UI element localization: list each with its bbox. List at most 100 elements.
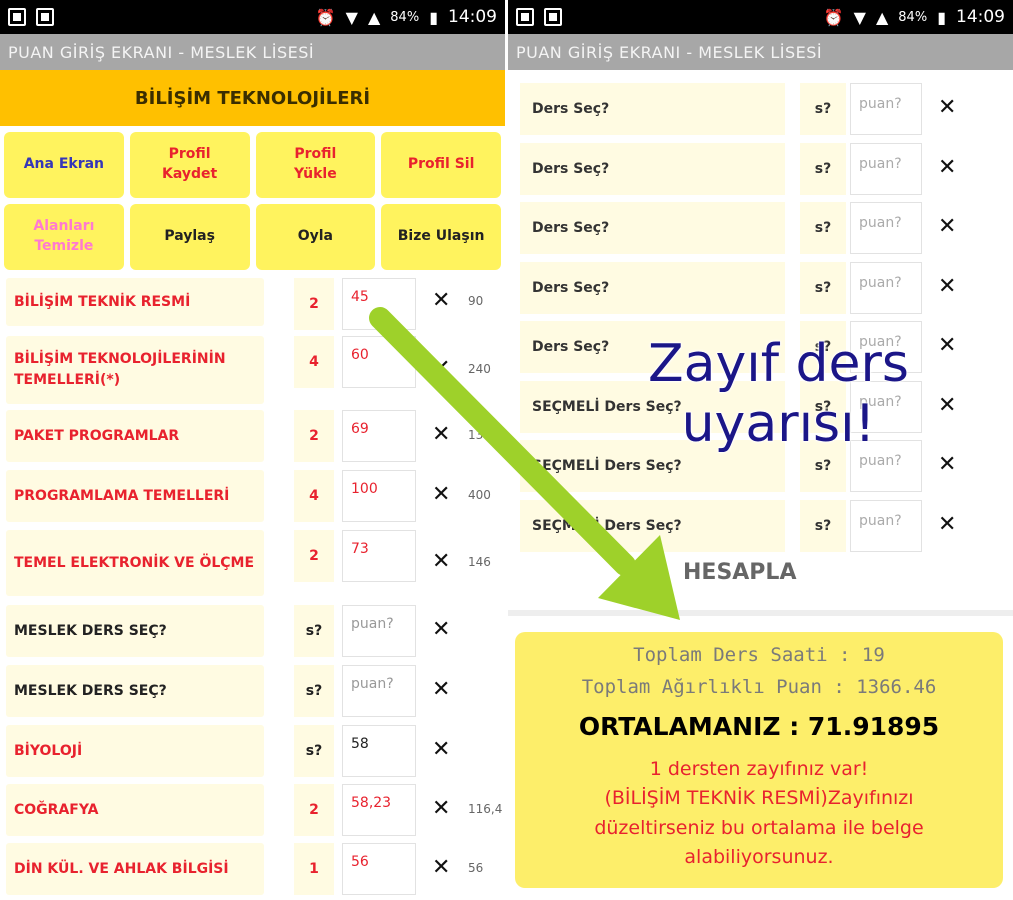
course-select[interactable]: SEÇMELİ Ders Seç? <box>520 499 785 552</box>
course-hours[interactable]: s? <box>800 83 846 135</box>
course-row: DİN KÜL. VE AHLAK BİLGİSİ 1 56 ✕ 56 <box>0 843 505 895</box>
course-hours[interactable]: s? <box>800 142 846 195</box>
course-name[interactable]: MESLEK DERS SEÇ? <box>6 605 264 657</box>
clock: 14:09 <box>956 7 1005 27</box>
clear-row-icon[interactable]: ✕ <box>432 737 450 762</box>
course-name[interactable]: BİLİŞİM TEKNİK RESMİ <box>6 278 264 326</box>
course-name[interactable]: DİN KÜL. VE AHLAK BİLGİSİ <box>6 843 264 895</box>
annotation-line2: uyarısı! <box>681 393 876 454</box>
signal-icon: ▲ <box>367 7 381 27</box>
app-title-bar-right: PUAN GİRİŞ EKRANI - MESLEK LİSESİ <box>508 34 1013 70</box>
course-score-input[interactable]: puan? <box>342 665 416 717</box>
course-hours[interactable]: s? <box>800 261 846 314</box>
menu-button[interactable]: Bize Ulaşın <box>381 204 501 270</box>
course-hours[interactable]: s? <box>294 605 334 657</box>
clear-row-icon[interactable]: ✕ <box>432 422 450 447</box>
course-score-input[interactable]: puan? <box>342 605 416 657</box>
gallery-notification-icon <box>516 8 534 26</box>
course-select[interactable]: Ders Seç? <box>520 83 785 135</box>
course-row: BİYOLOJİ s? 58 ✕ <box>0 725 505 777</box>
clear-row-icon[interactable]: ✕ <box>432 796 450 821</box>
course-score-input[interactable]: puan? <box>850 499 922 552</box>
menu-button[interactable]: Ana Ekran <box>4 132 124 198</box>
clear-row-icon[interactable]: ✕ <box>938 512 956 537</box>
clear-row-icon[interactable]: ✕ <box>432 549 450 574</box>
clear-row-icon[interactable]: ✕ <box>938 393 956 418</box>
course-hours[interactable]: 4 <box>294 336 334 388</box>
course-score-input[interactable]: 60 <box>342 336 416 388</box>
course-hours[interactable]: 2 <box>294 784 334 836</box>
course-select[interactable]: Ders Seç? <box>520 261 785 314</box>
course-score-input[interactable]: puan? <box>850 142 922 195</box>
weighted-score: 240 <box>468 362 491 376</box>
menu-button[interactable]: Alanları Temizle <box>4 204 124 270</box>
course-score-input[interactable]: puan? <box>850 261 922 314</box>
clear-row-icon[interactable]: ✕ <box>432 356 450 381</box>
battery-icon: ▮ <box>937 7 946 27</box>
course-score-input[interactable]: 100 <box>342 470 416 522</box>
battery-icon: ▮ <box>429 7 438 27</box>
clear-row-icon[interactable]: ✕ <box>938 155 956 180</box>
course-hours[interactable]: 4 <box>294 470 334 522</box>
course-hours[interactable]: s? <box>800 202 846 254</box>
course-name[interactable]: COĞRAFYA <box>6 784 264 836</box>
course-hours[interactable]: 1 <box>294 843 334 895</box>
course-hours[interactable]: 2 <box>294 530 334 582</box>
course-score-input[interactable]: 73 <box>342 530 416 582</box>
course-hours[interactable]: 2 <box>294 278 334 330</box>
course-name[interactable]: BİYOLOJİ <box>6 725 264 777</box>
menu-button[interactable]: Paylaş <box>129 204 250 270</box>
button-row-2: Alanları Temizle Paylaş Oyla Bize Ulaşın <box>0 204 505 276</box>
total-weighted-score-text: Toplam Ağırlıklı Puan : 1366.46 <box>581 676 937 698</box>
left-phone-screen: ⏰ ▼ ▲ 84% ▮ 14:09 PUAN GİRİŞ EKRANI - ME… <box>0 0 505 900</box>
course-hours[interactable]: s? <box>294 725 334 777</box>
course-name[interactable]: PAKET PROGRAMLAR <box>6 410 264 462</box>
weak-course-warning: 1 dersten zayıfınız var! (BİLİŞİM TEKNİK… <box>594 758 924 869</box>
course-name[interactable]: TEMEL ELEKTRONİK VE ÖLÇME <box>6 530 264 596</box>
clear-row-icon[interactable]: ✕ <box>432 482 450 507</box>
clear-row-icon[interactable]: ✕ <box>432 288 450 313</box>
menu-button[interactable]: Profil Sil <box>381 132 501 198</box>
signal-icon: ▲ <box>875 7 889 27</box>
course-score-input[interactable]: 58 <box>342 725 416 777</box>
course-score-input[interactable]: 69 <box>342 410 416 462</box>
course-select[interactable]: Ders Seç? <box>520 202 785 254</box>
clear-row-icon[interactable]: ✕ <box>938 274 956 299</box>
course-row: PROGRAMLAMA TEMELLERİ 4 100 ✕ 400 <box>0 470 505 522</box>
weighted-score: 116,4 <box>468 802 503 816</box>
menu-button[interactable]: Oyla <box>255 204 376 270</box>
clear-row-icon[interactable]: ✕ <box>432 617 450 642</box>
course-score-input[interactable]: 45 <box>342 278 416 330</box>
clear-row-icon[interactable]: ✕ <box>938 333 956 358</box>
weighted-score: 56 <box>468 861 484 875</box>
course-name[interactable]: PROGRAMLAMA TEMELLERİ <box>6 470 264 522</box>
divider <box>508 610 1013 616</box>
wifi-icon: ▼ <box>853 7 866 27</box>
average-text: ORTALAMANIZ : 71.91895 <box>578 712 940 741</box>
course-hours[interactable]: 2 <box>294 410 334 462</box>
course-select[interactable]: Ders Seç? <box>520 142 785 195</box>
status-bar: ⏰ ▼ ▲ 84% ▮ 14:09 <box>0 0 505 34</box>
course-hours[interactable]: s? <box>800 499 846 552</box>
battery-percent: 84% <box>390 9 420 25</box>
clear-row-icon[interactable]: ✕ <box>938 95 956 120</box>
total-hours-text: Toplam Ders Saati : 19 <box>633 644 885 666</box>
course-row: COĞRAFYA 2 58,23 ✕ 116,4 <box>0 784 505 836</box>
clear-row-icon[interactable]: ✕ <box>938 452 956 477</box>
course-score-input[interactable]: 58,23 <box>342 784 416 836</box>
menu-button[interactable]: Profil Yükle <box>255 132 376 198</box>
clear-row-icon[interactable]: ✕ <box>432 855 450 880</box>
elective-row: Ders Seç? s? puan? ✕ <box>508 202 1013 254</box>
calculate-button[interactable]: HESAPLA <box>683 560 796 585</box>
menu-button[interactable]: Profil Kaydet <box>129 132 250 198</box>
course-name[interactable]: BİLİŞİM TEKNOLOJİLERİNİN TEMELLERİ(*) <box>6 336 264 404</box>
course-name[interactable]: MESLEK DERS SEÇ? <box>6 665 264 717</box>
annotation-line1: Zayıf ders <box>647 334 910 395</box>
weighted-score: 400 <box>468 488 491 502</box>
course-hours[interactable]: s? <box>294 665 334 717</box>
clear-row-icon[interactable]: ✕ <box>432 677 450 702</box>
course-score-input[interactable]: puan? <box>850 83 922 135</box>
clear-row-icon[interactable]: ✕ <box>938 214 956 239</box>
course-score-input[interactable]: puan? <box>850 202 922 254</box>
course-score-input[interactable]: 56 <box>342 843 416 895</box>
